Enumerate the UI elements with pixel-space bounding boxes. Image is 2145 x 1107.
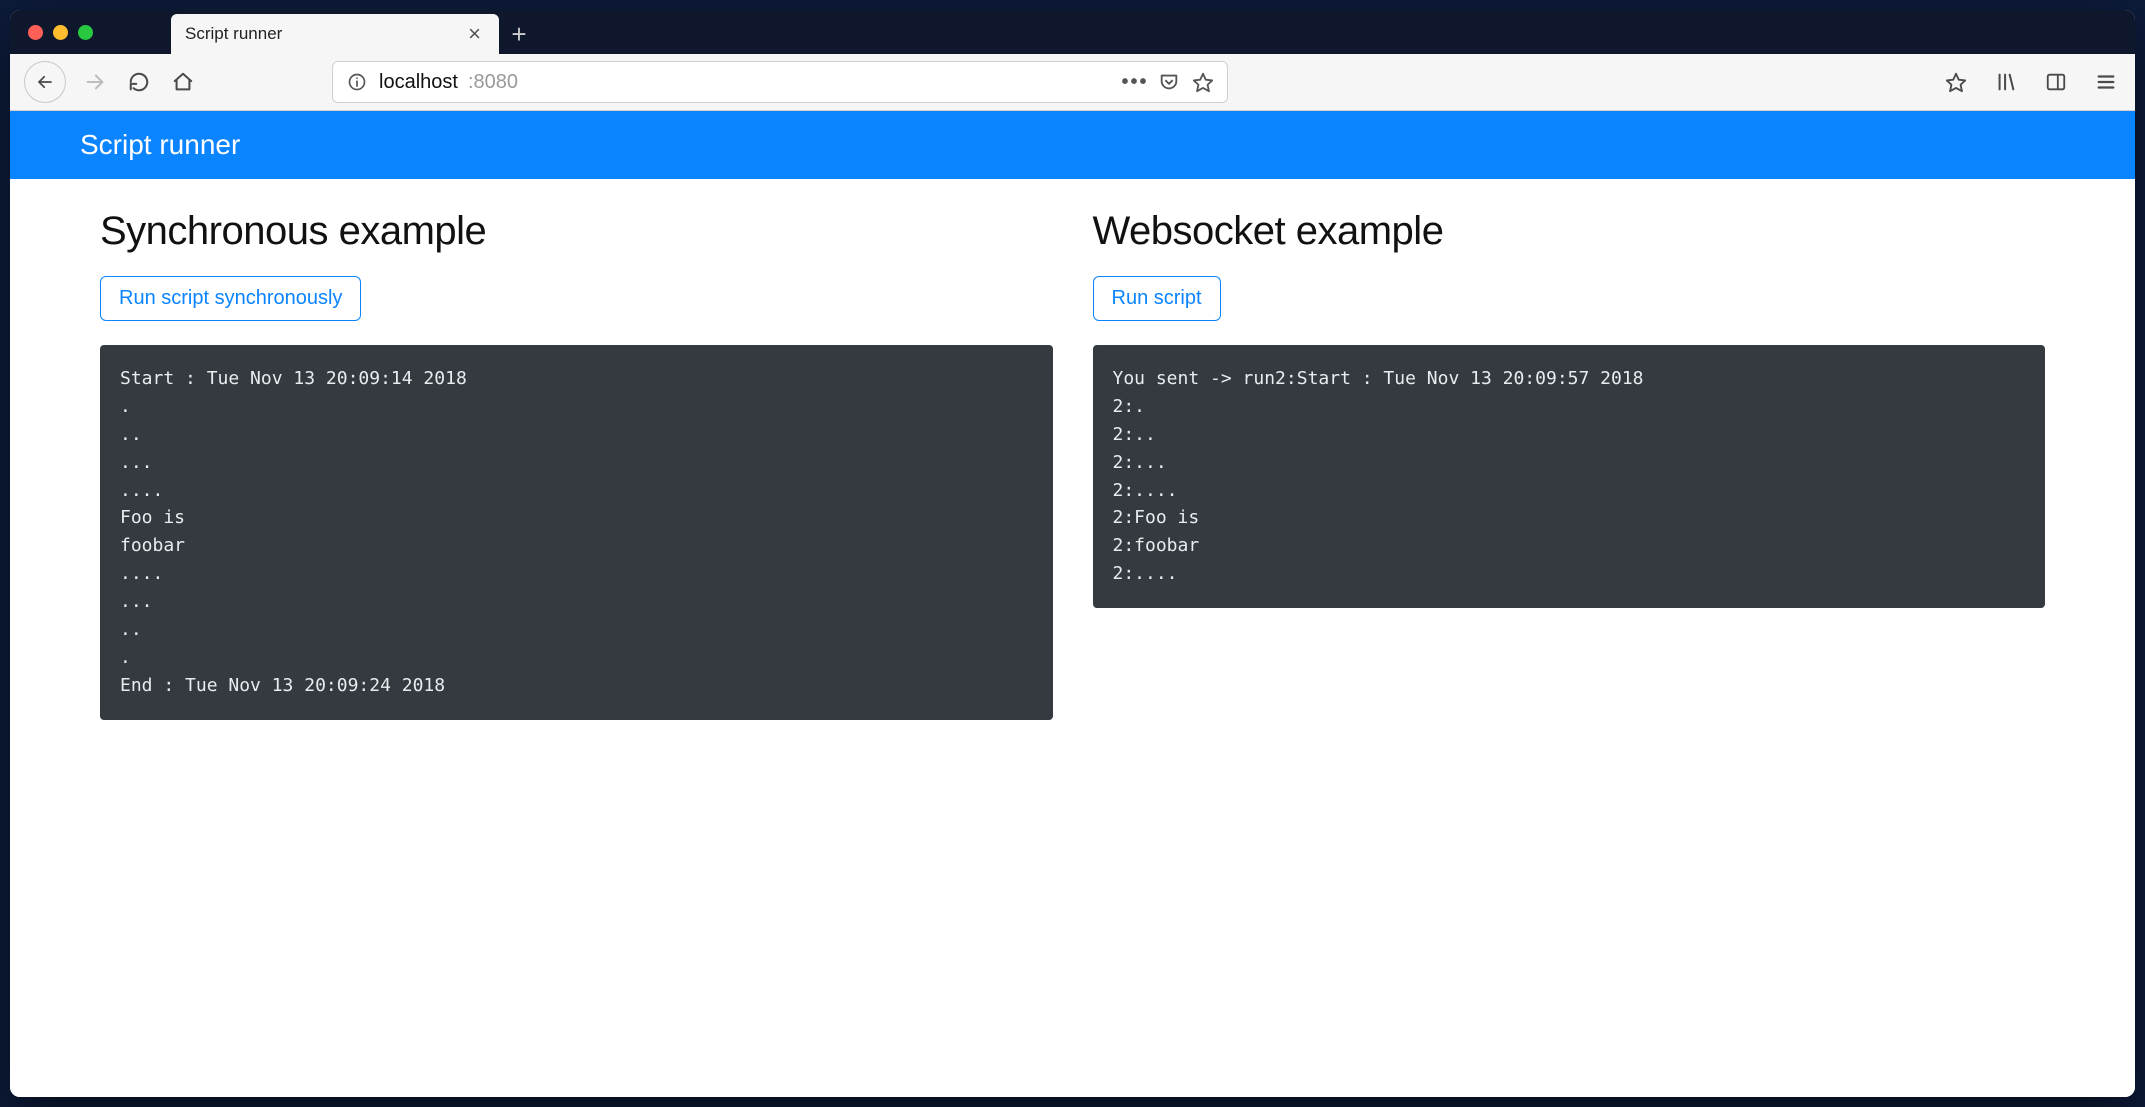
- tabs: Script runner × +: [171, 10, 539, 54]
- synchronous-output: Start : Tue Nov 13 20:09:14 2018 . .. ..…: [100, 345, 1053, 720]
- tab-active[interactable]: Script runner ×: [171, 14, 499, 54]
- more-icon[interactable]: •••: [1123, 70, 1147, 94]
- run-ws-button[interactable]: Run script: [1093, 276, 1221, 321]
- info-icon[interactable]: [345, 70, 369, 94]
- reload-icon: [128, 71, 150, 93]
- tab-strip: Script runner × +: [10, 10, 2135, 54]
- browser-window: Script runner × + localhost :8080 •••: [10, 10, 2135, 1097]
- bookmark-star-icon[interactable]: [1191, 70, 1215, 94]
- synchronous-column: Synchronous example Run script synchrono…: [100, 209, 1053, 720]
- pocket-icon[interactable]: [1157, 70, 1181, 94]
- back-button[interactable]: [24, 61, 66, 103]
- content: Synchronous example Run script synchrono…: [10, 179, 2135, 770]
- maximize-window-button[interactable]: [78, 25, 93, 40]
- browser-toolbar: localhost :8080 •••: [10, 54, 2135, 111]
- url-port: :8080: [468, 71, 518, 94]
- close-window-button[interactable]: [28, 25, 43, 40]
- home-icon: [172, 71, 194, 93]
- new-tab-button[interactable]: +: [499, 14, 539, 54]
- minimize-window-button[interactable]: [53, 25, 68, 40]
- address-bar[interactable]: localhost :8080 •••: [332, 61, 1228, 103]
- tab-title: Script runner: [185, 24, 454, 44]
- home-button[interactable]: [168, 67, 198, 97]
- synchronous-heading: Synchronous example: [100, 209, 1053, 254]
- websocket-column: Websocket example Run script You sent ->…: [1093, 209, 2046, 720]
- arrow-right-icon: [84, 71, 106, 93]
- reload-button[interactable]: [124, 67, 154, 97]
- library-icon[interactable]: [1991, 67, 2021, 97]
- sidebar-icon[interactable]: [2041, 67, 2071, 97]
- websocket-output: You sent -> run2:Start : Tue Nov 13 20:0…: [1093, 345, 2046, 608]
- page-viewport: Script runner Synchronous example Run sc…: [10, 111, 2135, 1097]
- arrow-left-icon: [36, 73, 54, 91]
- toolbar-right: [1941, 67, 2121, 97]
- menu-icon[interactable]: [2091, 67, 2121, 97]
- websocket-heading: Websocket example: [1093, 209, 2046, 254]
- forward-button: [80, 67, 110, 97]
- window-controls: [10, 25, 111, 40]
- bookmark-add-icon[interactable]: [1941, 67, 1971, 97]
- app-title: Script runner: [80, 129, 240, 160]
- app-banner: Script runner: [10, 111, 2135, 179]
- close-tab-icon[interactable]: ×: [464, 23, 485, 45]
- url-host: localhost: [379, 71, 458, 94]
- run-sync-button[interactable]: Run script synchronously: [100, 276, 361, 321]
